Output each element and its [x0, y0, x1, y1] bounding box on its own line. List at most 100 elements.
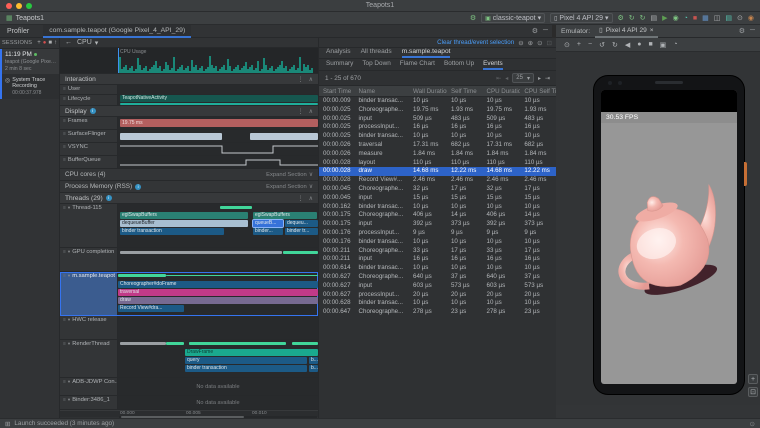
lifecycle-track-label[interactable]: ≡Lifecycle — [60, 95, 118, 105]
renderthread-label[interactable]: ≡▾RenderThread — [60, 340, 118, 377]
subtab-bottom-up[interactable]: Bottom Up — [444, 60, 474, 70]
device-manager-icon[interactable]: ▤ — [651, 14, 658, 23]
clear-selection-link[interactable]: Clear thread/event selection — [437, 39, 514, 46]
zoom-in-button[interactable]: + — [748, 374, 758, 384]
collapse-icon[interactable]: ∧ — [309, 76, 313, 83]
tab-all-threads[interactable]: All threads — [361, 48, 392, 58]
column-header[interactable]: Start Time — [319, 86, 355, 96]
process-memory-section[interactable]: Process Memory (RSS)i Expand Section∨ — [60, 181, 318, 193]
logcat-icon[interactable]: ▤ — [725, 14, 732, 23]
trace-event-bar[interactable]: b... — [309, 357, 318, 364]
event-row[interactable]: 00:00.028layout110 µs110 µs110 µs110 µs — [319, 159, 556, 168]
apply-code-changes-icon[interactable]: ↻ — [640, 14, 646, 23]
trace-event-bar[interactable]: binder tr... — [285, 228, 318, 235]
export-icon[interactable]: ↑ — [54, 40, 57, 46]
event-row[interactable]: 00:00.026traversal17.31 ms682 µs17.31 ms… — [319, 141, 556, 150]
cpu-usage-chart[interactable]: CPU Usage — [60, 48, 318, 74]
event-row[interactable]: 00:00.026measure1.84 ms1.84 ms1.84 ms1.8… — [319, 150, 556, 159]
reset-zoom-icon[interactable]: ⊙ — [537, 39, 542, 47]
event-row[interactable]: 00:00.009binder transac...10 µs10 µs10 µ… — [319, 97, 556, 106]
fit-screen-button[interactable]: ⊡ — [748, 387, 758, 397]
trace-event-bar[interactable]: Record View#dra... — [118, 305, 184, 312]
user-track-label[interactable]: ≡User — [60, 85, 118, 94]
event-row[interactable]: 00:00.045input15 µs15 µs15 µs15 µs — [319, 194, 556, 203]
subtab-flame-chart[interactable]: Flame Chart — [400, 60, 435, 70]
avatar-icon[interactable]: ◉ — [748, 14, 754, 23]
gear-icon[interactable]: ⚙ — [739, 27, 745, 35]
back-icon[interactable]: ◀ — [625, 41, 630, 49]
trace-event-bar[interactable]: DrawFrame — [185, 349, 318, 356]
bufferqueue-track-label[interactable]: ≡BufferQueue — [60, 156, 118, 168]
event-row[interactable]: 00:00.614binder transac...10 µs10 µs10 µ… — [319, 264, 556, 273]
event-row[interactable]: 00:00.025input509 µs483 µs509 µs483 µs — [319, 115, 556, 124]
apply-changes-icon[interactable]: ↻ — [629, 14, 635, 23]
subtab-events[interactable]: Events — [483, 60, 503, 70]
attach-debugger-icon[interactable]: ▦ — [702, 14, 709, 23]
lifecycle-activity-bar[interactable]: TeapotNativeActivity — [120, 95, 318, 102]
event-row[interactable]: 00:00.028Record View#...2.46 ms2.46 ms2.… — [319, 176, 556, 185]
run-configuration-dropdown[interactable]: ▣ classic-teapot ▾ — [481, 13, 545, 23]
gpu-completion-label[interactable]: ≡▾GPU completion — [60, 248, 118, 271]
trace-event-bar[interactable]: query — [185, 357, 307, 364]
trace-event-bar[interactable]: eglSwapBuffers — [120, 212, 248, 219]
system-trace-artifact[interactable]: ◎ System Trace Recording 00:00:37.978 — [0, 74, 59, 99]
trace-event-bar[interactable]: b... — [309, 365, 318, 372]
event-row[interactable]: 00:00.647Choreographe...278 µs23 µs278 µ… — [319, 308, 556, 317]
event-row[interactable]: 00:00.162binder transac...10 µs10 µs10 µ… — [319, 203, 556, 212]
trace-event-bar[interactable]: binder transaction — [185, 365, 307, 372]
phone-screen[interactable]: 30.53 FPS — [601, 90, 737, 384]
tab-m-sample-teapot[interactable]: m.sample.teapot — [402, 48, 451, 58]
project-selector[interactable]: ▦ Teapots1 — [6, 14, 44, 22]
frame-selection-icon[interactable]: ⊡ — [547, 39, 552, 47]
subtab-top-down[interactable]: Top Down — [362, 60, 390, 70]
column-header[interactable]: CPU Self Time — [520, 86, 556, 96]
close-icon[interactable]: × — [650, 27, 654, 34]
event-row[interactable]: 00:00.045Choreographe...32 µs17 µs32 µs1… — [319, 185, 556, 194]
emulator-device-tab[interactable]: ▯ Pixel 4 API 29 × — [595, 25, 658, 38]
event-row[interactable]: 00:00.627input603 µs573 µs603 µs573 µs — [319, 282, 556, 291]
threads-section-header[interactable]: Threads (29)i ⋮∧ — [60, 193, 318, 204]
first-page-icon[interactable]: ⇤ — [496, 75, 501, 82]
frames-track-label[interactable]: ≡Frames — [60, 117, 118, 129]
trace-event-bar[interactable]: dequeu... — [285, 220, 318, 227]
last-page-icon[interactable]: ⇥ — [545, 75, 550, 82]
rotate-right-icon[interactable]: ↻ — [612, 41, 618, 49]
trace-event-bar[interactable]: queueB... — [253, 220, 283, 227]
back-button[interactable]: ← — [65, 39, 72, 46]
end-session-icon[interactable]: ■ — [48, 40, 52, 46]
teapot-thread-label[interactable]: ≡▾m.sample.teapot — [60, 272, 118, 315]
event-row[interactable]: 00:00.025Choreographe...19.75 ms1.93 ms1… — [319, 106, 556, 115]
prev-page-icon[interactable]: ◂ — [505, 75, 508, 82]
gear-icon[interactable]: ⚙ — [532, 27, 538, 35]
event-row[interactable]: 00:00.175Choreographe...406 µs14 µs406 µ… — [319, 211, 556, 220]
trace-event-bar[interactable]: dequeueBuffer — [120, 220, 248, 227]
event-row[interactable]: 00:00.627processInput...20 µs20 µs20 µs2… — [319, 291, 556, 300]
search-icon[interactable]: ⊙ — [737, 14, 743, 23]
debug-icon[interactable]: ◉ — [673, 14, 679, 23]
interaction-section-header[interactable]: Interaction ⋮∧ — [60, 74, 318, 85]
column-header[interactable]: CPU Duration — [483, 86, 521, 96]
event-row[interactable]: 00:00.211input16 µs16 µs16 µs16 µs — [319, 255, 556, 264]
trace-event-bar[interactable]: eglSwapBuffers — [253, 212, 317, 219]
collapse-icon[interactable]: ∧ — [309, 195, 313, 202]
stop-icon[interactable]: ■ — [693, 14, 697, 23]
minimize-icon[interactable]: ─ — [543, 27, 548, 35]
thread-115-label[interactable]: ≡▾Thread-115 — [60, 204, 118, 247]
adb-jdwp-label[interactable]: ≡▾ADB-JDWP Con... — [60, 378, 118, 395]
column-header[interactable]: Name — [355, 86, 410, 96]
event-row[interactable]: 00:00.211Choreographe...33 µs17 µs33 µs1… — [319, 247, 556, 256]
surfaceflinger-bar[interactable] — [120, 133, 222, 140]
terminal-icon[interactable]: ⊞ — [5, 420, 10, 428]
kebab-menu-icon[interactable]: ⋮ — [298, 76, 304, 83]
collapse-icon[interactable]: ∧ — [309, 108, 313, 115]
display-section-header[interactable]: Displayi ⋮∧ — [60, 106, 318, 117]
binder-label[interactable]: ≡▾Binder:3486_1 — [60, 396, 118, 409]
trace-event-bar[interactable]: binder transaction — [120, 228, 224, 235]
add-session-icon[interactable]: + — [37, 40, 41, 46]
profile-icon[interactable]: ◔ — [684, 14, 688, 23]
overview-icon[interactable]: ■ — [648, 41, 652, 48]
session-item[interactable]: 11:19 PM teapot (Google Pixel_4_API_29) … — [0, 49, 59, 74]
volume-down-icon[interactable]: − — [588, 41, 592, 48]
event-row[interactable]: 00:00.028draw14.68 ms12.22 ms14.68 ms12.… — [319, 167, 556, 176]
run-icon[interactable]: ▶ — [662, 14, 667, 23]
